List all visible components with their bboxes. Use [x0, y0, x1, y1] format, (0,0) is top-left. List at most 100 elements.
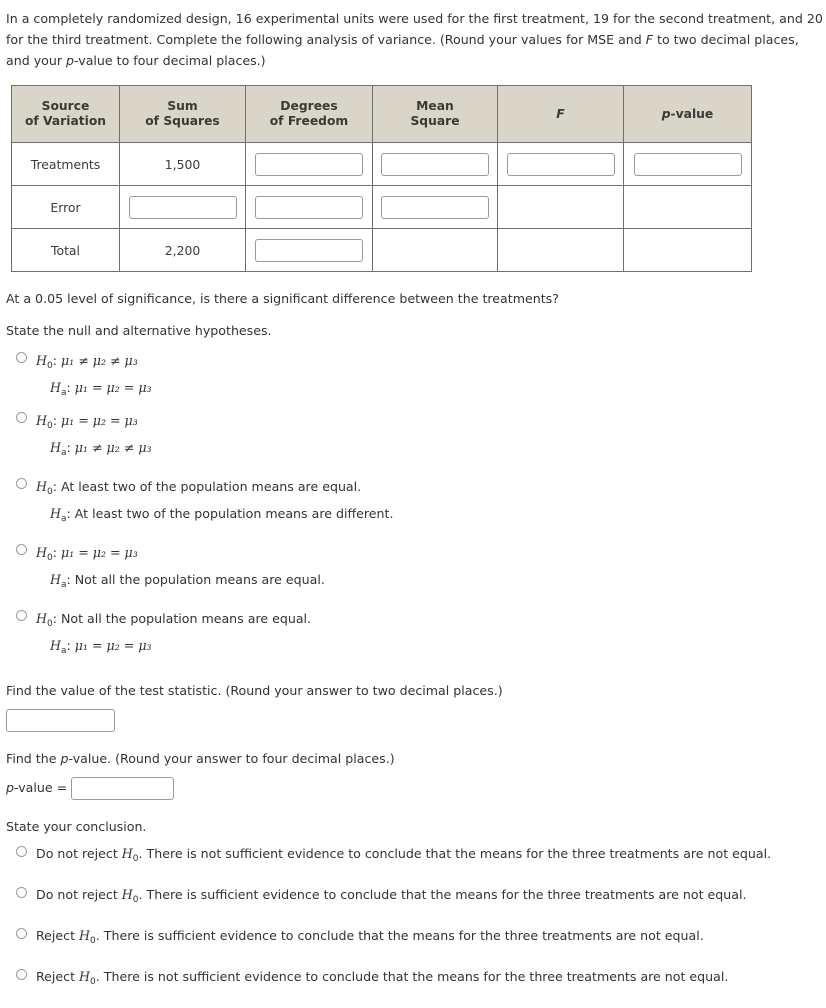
ha-label: H	[50, 506, 61, 521]
hypothesis-option-3-null-text: At least two of the population means are…	[60, 479, 362, 494]
h0-label: H	[121, 846, 133, 861]
conclusion-option-2-action: Do not reject	[36, 887, 122, 902]
hypothesis-option-5[interactable]: H0: Not all the population means are equ…	[6, 608, 820, 662]
hypothesis-options-list: H0: μ₁ ≠ μ₂ ≠ μ₃ Ha: μ₁ = μ₂ = μ₃ H0: μ₁…	[6, 350, 820, 662]
h0-label: H	[36, 479, 47, 494]
hypothesis-option-4[interactable]: H0: μ₁ = μ₂ = μ₃ Ha: Not all the populat…	[6, 542, 820, 596]
radio-button-icon[interactable]	[16, 969, 27, 980]
ha-label: H	[50, 572, 61, 587]
test-statistic-prompt: Find the value of the test statistic. (R…	[6, 683, 503, 698]
hypothesis-option-5-alt-text: μ₁ = μ₂ = μ₃	[74, 638, 152, 653]
intro-italic-f: F	[645, 32, 654, 47]
conclusion-option-1-action: Do not reject	[36, 846, 122, 861]
hypothesis-option-3-null: H0: At least two of the population means…	[36, 479, 362, 497]
row-treatments-sum-of-squares: 1,500	[119, 142, 246, 186]
conclusion-option-3-action: Reject	[36, 928, 80, 943]
header-sum-of-squares: Sum of Squares	[119, 85, 246, 143]
hypothesis-option-4-alt: Ha: Not all the population means are equ…	[50, 572, 325, 590]
hypothesis-option-1-null-text: μ₁ ≠ μ₂ ≠ μ₃	[60, 353, 138, 368]
header-df-line2: of Freedom	[269, 114, 349, 128]
header-p-value: p-value	[623, 85, 752, 143]
radio-button-icon[interactable]	[16, 928, 27, 939]
radio-button-icon[interactable]	[16, 352, 27, 363]
treatments-mean-square-input[interactable]	[381, 152, 489, 176]
error-mean-square-input[interactable]	[381, 195, 489, 219]
header-mean-square: Mean Square	[372, 85, 498, 143]
h0-subscript: 0	[46, 553, 53, 563]
conclusion-option-3[interactable]: Reject H0. There is sufficient evidence …	[6, 926, 820, 951]
header-degrees-of-freedom: Degrees of Freedom	[245, 85, 373, 143]
header-ms-line1: Mean	[416, 99, 454, 113]
treatments-p-value-input[interactable]	[633, 152, 742, 176]
row-total-label: Total	[11, 228, 120, 272]
row-total-f-cell	[497, 228, 624, 272]
error-sum-of-squares-input[interactable]	[128, 195, 237, 219]
hypothesis-option-2-alt: Ha: μ₁ ≠ μ₂ ≠ μ₃	[50, 440, 152, 458]
h0-subscript: 0	[46, 361, 53, 371]
anova-table: Source of Variation Sum of Squares Degre…	[11, 85, 752, 272]
hypothesis-option-5-null: H0: Not all the population means are equ…	[36, 611, 312, 629]
header-f: F	[497, 85, 624, 143]
radio-button-icon[interactable]	[16, 610, 27, 621]
h0-label: H	[36, 353, 47, 368]
hypothesis-option-1-alt-text: μ₁ = μ₂ = μ₃	[74, 380, 152, 395]
h0-label: H	[121, 887, 133, 902]
p-value-prompt-part1: Find the	[6, 751, 61, 766]
ha-subscript: a	[60, 448, 67, 458]
hypothesis-option-1[interactable]: H0: μ₁ ≠ μ₂ ≠ μ₃ Ha: μ₁ = μ₂ = μ₃	[6, 350, 820, 404]
hypothesis-option-4-null: H0: μ₁ = μ₂ = μ₃	[36, 545, 138, 563]
conclusion-option-4-action: Reject	[36, 969, 80, 984]
hypothesis-option-5-alt: Ha: μ₁ = μ₂ = μ₃	[50, 638, 152, 656]
header-ms-line2: Square	[410, 114, 460, 128]
p-value-label-rest: -value =	[14, 780, 68, 795]
row-error-f-cell	[497, 185, 624, 229]
table-header-row: Source of Variation Sum of Squares Degre…	[11, 85, 752, 143]
conclusion-option-2[interactable]: Do not reject H0. There is sufficient ev…	[6, 885, 820, 910]
ha-label: H	[50, 638, 61, 653]
row-total-df-cell	[245, 228, 373, 272]
hypothesis-option-3-alt: Ha: At least two of the population means…	[50, 506, 394, 524]
intro-part3: -value to four decimal places.)	[74, 53, 266, 68]
radio-button-icon[interactable]	[16, 412, 27, 423]
conclusion-option-2-rest: . There is sufficient evidence to conclu…	[138, 887, 747, 902]
treatments-f-input[interactable]	[506, 152, 615, 176]
radio-button-icon[interactable]	[16, 544, 27, 555]
hypothesis-option-1-null: H0: μ₁ ≠ μ₂ ≠ μ₃	[36, 353, 138, 371]
radio-button-icon[interactable]	[16, 478, 27, 489]
row-error-df-cell	[245, 185, 373, 229]
row-treatments-ms-cell	[372, 142, 498, 186]
conclusion-option-3-text: Reject H0. There is sufficient evidence …	[36, 926, 820, 951]
test-statistic-input[interactable]	[6, 709, 115, 732]
radio-button-icon[interactable]	[16, 887, 27, 898]
header-ss-line1: Sum	[167, 99, 198, 113]
p-value-input[interactable]	[71, 777, 175, 800]
conclusion-prompt: State your conclusion.	[6, 819, 147, 834]
conclusion-option-4[interactable]: Reject H0. There is not sufficient evide…	[6, 967, 820, 992]
row-error-ss-cell	[119, 185, 246, 229]
table-row: Treatments 1,500	[11, 142, 752, 186]
h0-subscript: 0	[46, 619, 53, 629]
row-total-p-cell	[623, 228, 752, 272]
conclusion-option-1[interactable]: Do not reject H0. There is not sufficien…	[6, 844, 820, 869]
treatments-df-input[interactable]	[255, 152, 363, 176]
radio-button-icon[interactable]	[16, 846, 27, 857]
hypothesis-option-2[interactable]: H0: μ₁ = μ₂ = μ₃ Ha: μ₁ ≠ μ₂ ≠ μ₃	[6, 410, 820, 464]
p-value-prompt: Find the p-value. (Round your answer to …	[6, 750, 820, 768]
ha-subscript: a	[60, 514, 67, 524]
hypotheses-prompt: State the null and alternative hypothese…	[6, 323, 272, 338]
error-df-input[interactable]	[255, 195, 363, 219]
hypothesis-option-4-alt-text: Not all the population means are equal.	[74, 572, 325, 587]
h0-label: H	[36, 545, 47, 560]
row-error-ms-cell	[372, 185, 498, 229]
conclusion-option-4-text: Reject H0. There is not sufficient evide…	[36, 967, 820, 992]
header-df-line1: Degrees	[280, 99, 338, 113]
conclusion-option-4-rest: . There is not sufficient evidence to co…	[95, 969, 729, 984]
ha-subscript: a	[60, 388, 67, 398]
row-error-p-cell	[623, 185, 752, 229]
hypothesis-option-3-alt-text: At least two of the population means are…	[74, 506, 394, 521]
significance-question: At a 0.05 level of significance, is ther…	[6, 291, 559, 306]
h0-label: H	[79, 969, 91, 984]
ha-label: H	[50, 440, 61, 455]
hypothesis-option-3[interactable]: H0: At least two of the population means…	[6, 476, 820, 530]
total-df-input[interactable]	[255, 238, 363, 262]
